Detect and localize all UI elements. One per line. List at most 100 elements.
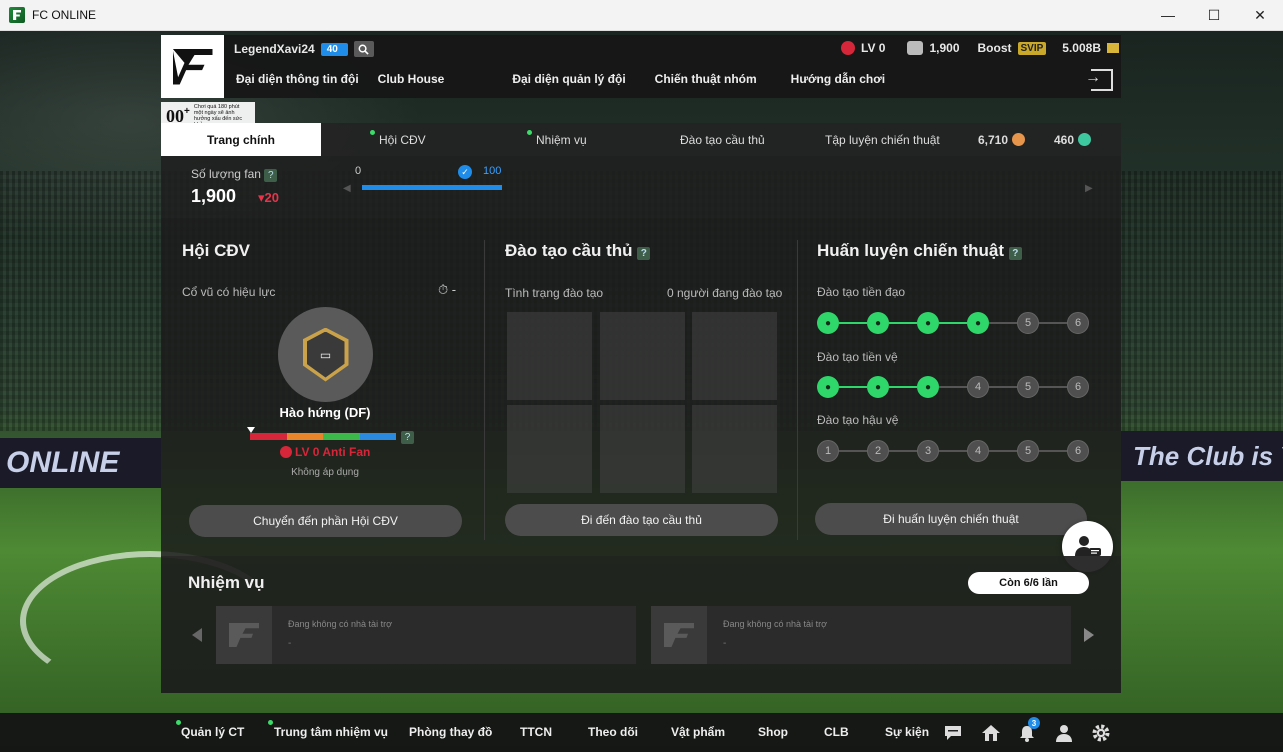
tab-tactics[interactable]: Tập luyện chiến thuật <box>825 123 940 156</box>
mission-card[interactable]: Đang không có nhà tài trợ - <box>651 606 1071 664</box>
nav-events[interactable]: Sự kiện <box>885 725 929 739</box>
tactics-node[interactable]: 1 <box>817 440 839 462</box>
tab-missions[interactable]: Nhiệm vụ <box>527 123 587 156</box>
tactics-node-completed-icon[interactable]: ● <box>917 312 939 334</box>
missions-panel: Nhiệm vụ Còn 6/6 lần Đang không có nhà t… <box>161 556 1121 693</box>
fc-logo-icon <box>172 48 213 85</box>
tactics-link <box>889 450 917 452</box>
exit-icon[interactable] <box>1085 69 1113 91</box>
help-icon[interactable]: ? <box>637 247 651 260</box>
tactics-node[interactable]: 6 <box>1067 440 1089 462</box>
stopwatch-icon: ⏱ <box>438 282 449 297</box>
tactics-node-completed-icon[interactable]: ● <box>867 312 889 334</box>
tactics-node[interactable]: 6 <box>1067 376 1089 398</box>
tactics-link <box>889 386 917 388</box>
nav-team-manager[interactable]: Đại diện quản lý đội <box>512 72 625 86</box>
training-slot[interactable] <box>600 405 685 493</box>
training-slot[interactable] <box>692 312 777 400</box>
mission-card[interactable]: Đang không có nhà tài trợ - <box>216 606 636 664</box>
fan-level: LV 0 <box>861 41 886 55</box>
tactics-node[interactable]: 6 <box>1067 312 1089 334</box>
tactics-title-text: Huấn luyện chiến thuật <box>817 241 1005 260</box>
tactics-node-completed-icon[interactable]: ● <box>867 376 889 398</box>
search-button[interactable] <box>353 41 374 57</box>
tactics-node[interactable]: 4 <box>967 440 989 462</box>
missions-remaining: Còn 6/6 lần <box>968 572 1089 594</box>
tactics-node[interactable]: 5 <box>1017 312 1039 334</box>
tactics-link <box>939 450 967 452</box>
fc-logo[interactable] <box>161 35 224 98</box>
new-dot <box>370 130 375 135</box>
tactics-link <box>939 386 967 388</box>
missions-next-arrow[interactable] <box>1084 628 1094 642</box>
fan-prev-arrow[interactable]: ◀ <box>343 183 351 194</box>
close-button[interactable]: ✕ <box>1237 0 1283 30</box>
sponsor-logo <box>651 606 707 664</box>
nav-guide[interactable]: Hướng dẫn chơi <box>791 72 885 86</box>
age-rating-plus: + <box>184 105 190 117</box>
tactics-node[interactable]: 5 <box>1017 376 1039 398</box>
tactics-node-completed-icon[interactable]: ● <box>817 376 839 398</box>
new-dot <box>527 130 532 135</box>
nav-follow[interactable]: Theo dõi <box>588 725 638 739</box>
training-slot[interactable] <box>600 312 685 400</box>
go-tactics-button[interactable]: Đi huấn luyện chiến thuật <box>815 503 1087 535</box>
help-icon[interactable]: ? <box>264 169 278 182</box>
fan-bar-max: 100 <box>483 165 502 177</box>
tab-fanclub[interactable]: Hội CĐV <box>370 123 426 156</box>
meter-orange <box>286 433 323 440</box>
nav-shop[interactable]: Shop <box>758 725 788 739</box>
nav-manager[interactable]: Quản lý CT <box>181 725 244 739</box>
nav-team-tactics[interactable]: Chiến thuật nhóm <box>655 72 757 86</box>
training-slot[interactable] <box>507 312 592 400</box>
tactics-link <box>989 386 1017 388</box>
go-training-button[interactable]: Đi đến đào tạo cầu thủ <box>505 504 778 536</box>
maximize-button[interactable]: ☐ <box>1191 0 1237 30</box>
nav-items[interactable]: Vật phẩm <box>671 725 725 739</box>
fan-badge[interactable]: ▭ <box>278 307 373 402</box>
tactics-node[interactable]: 4 <box>967 376 989 398</box>
tab-training[interactable]: Đào tạo cầu thủ <box>680 123 765 156</box>
orange-coin-icon <box>1012 133 1026 146</box>
profile-icon[interactable] <box>1053 722 1075 744</box>
minimize-button[interactable]: — <box>1145 0 1191 30</box>
shield-icon: ▭ <box>302 327 349 382</box>
nav-club-house[interactable]: Club House <box>378 72 445 86</box>
balance: 5.008B <box>1062 41 1101 55</box>
nav-locker-room[interactable]: Phòng thay đồ <box>409 725 492 739</box>
bell-icon[interactable]: 3 <box>1016 717 1040 744</box>
svip-badge[interactable]: SVIP <box>1017 41 1047 55</box>
ad-board-right: The Club is Y <box>1121 431 1283 481</box>
main-panel: Hội CĐV Cổ vũ có hiệu lực ⏱ - ▭ Hào hứng… <box>161 218 1121 556</box>
nav-mission-center[interactable]: Trung tâm nhiệm vụ <box>274 725 388 739</box>
tactics-node[interactable]: 5 <box>1017 440 1039 462</box>
tactics-node[interactable]: 3 <box>917 440 939 462</box>
fan-next-arrow[interactable]: ▶ <box>1085 183 1093 194</box>
gear-icon[interactable] <box>1090 722 1112 744</box>
nav-team-info[interactable]: Đại diện thông tin đội <box>236 72 359 86</box>
tactics-node-completed-icon[interactable]: ● <box>817 312 839 334</box>
fan-count-label-row: Số lượng fan ? <box>191 167 278 182</box>
missions-prev-arrow[interactable] <box>192 628 202 642</box>
chat-bubble-icon[interactable] <box>942 722 964 744</box>
mission-card-sub: - <box>288 638 292 649</box>
anti-fan-icon <box>279 446 292 458</box>
tactics-node-completed-icon[interactable]: ● <box>917 376 939 398</box>
go-fanclub-button[interactable]: Chuyển đến phần Hội CĐV <box>189 505 462 537</box>
tactics-node[interactable]: 2 <box>867 440 889 462</box>
training-title-text: Đào tạo cầu thủ <box>505 241 633 260</box>
training-slot[interactable] <box>507 405 592 493</box>
tab-main[interactable]: Trang chính <box>161 123 321 156</box>
nav-ttcn[interactable]: TTCN <box>520 725 552 739</box>
nav-club[interactable]: CLB <box>824 725 849 739</box>
tactics-node-completed-icon[interactable]: ● <box>967 312 989 334</box>
meter-blue <box>359 433 396 440</box>
notification-count: 3 <box>1028 717 1040 729</box>
fan-delta: ▾20 <box>258 190 279 205</box>
fan-level-icon <box>841 41 856 55</box>
training-slot[interactable] <box>692 405 777 493</box>
help-icon[interactable]: ? <box>401 431 414 444</box>
header-fan-count: 1,900 <box>929 41 960 55</box>
help-icon[interactable]: ? <box>1008 247 1022 260</box>
home-icon[interactable] <box>980 722 1002 744</box>
